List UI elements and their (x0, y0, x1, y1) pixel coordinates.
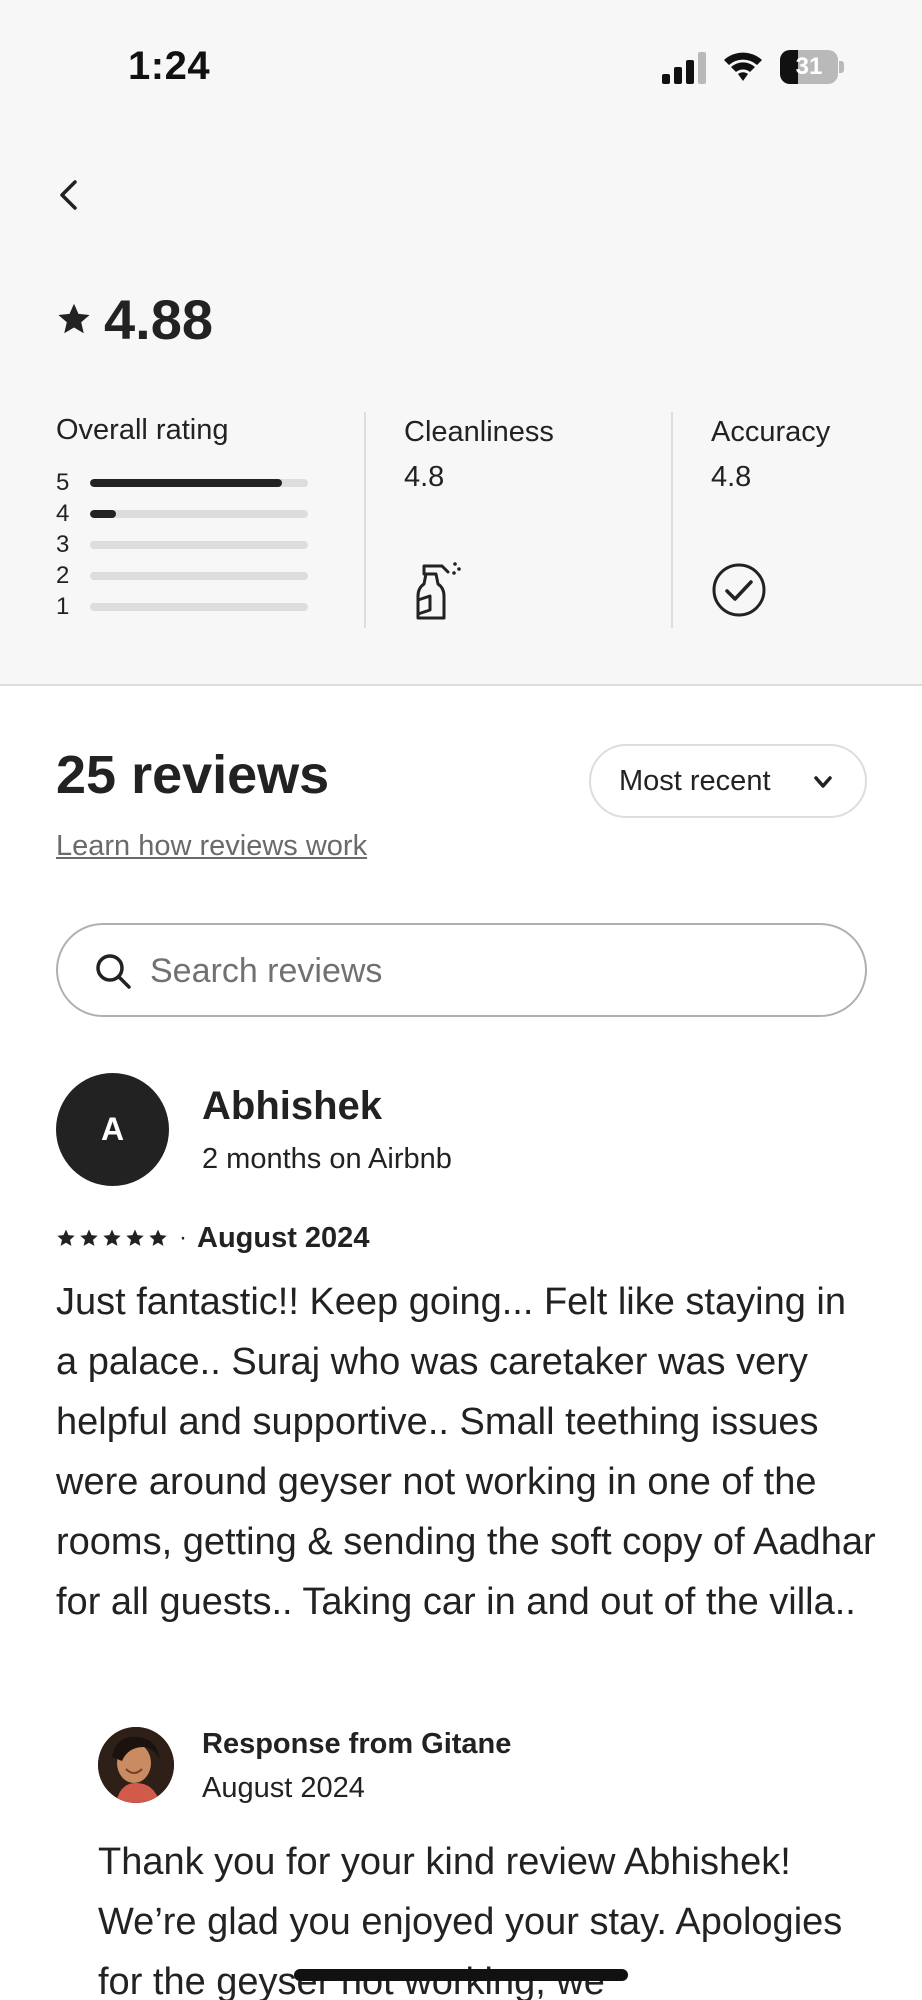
rating-bar-row: 1 (56, 591, 316, 622)
reviewer-tenure: 2 months on Airbnb (202, 1143, 452, 1175)
check-circle-icon (712, 563, 766, 617)
category-title: Cleanliness (404, 416, 554, 448)
column-divider (671, 412, 673, 628)
review-meta: · August 2024 (56, 1220, 369, 1256)
back-button[interactable] (50, 170, 94, 220)
chevron-left-icon (60, 180, 77, 210)
rating-bar-row: 2 (56, 560, 316, 591)
battery-level: 31 (795, 53, 823, 80)
status-time: 1:24 (128, 44, 211, 88)
reviews-count-heading: 25 reviews (56, 745, 330, 805)
status-bar: 1:24 31 (0, 0, 922, 140)
wifi-icon (724, 52, 762, 81)
home-indicator[interactable] (294, 1969, 628, 1981)
host-avatar[interactable] (98, 1727, 174, 1803)
response-date: August 2024 (202, 1772, 365, 1804)
meta-separator: · (179, 1224, 187, 1251)
rating-bar-label: 2 (56, 561, 70, 589)
battery-icon: 31 (780, 50, 844, 84)
review-stars (56, 1228, 171, 1248)
star-icon (126, 1229, 144, 1246)
star-icon (58, 303, 90, 334)
rating-bar-row: 3 (56, 529, 316, 560)
star-icon (149, 1229, 167, 1246)
column-divider (364, 412, 366, 628)
rating-distribution: 5 4 3 2 1 (56, 467, 316, 622)
rating-bar-track (90, 540, 308, 549)
rating-bar-track (90, 602, 308, 611)
overall-rating-title: Overall rating (56, 414, 229, 446)
category-cleanliness: Cleanliness 4.8 (404, 416, 554, 494)
rating-bar-row: 4 (56, 498, 316, 529)
review-text: Just fantastic!! Keep going... Felt like… (56, 1281, 876, 1623)
rating-bar-track (90, 571, 308, 580)
review-date: August 2024 (197, 1221, 370, 1254)
sort-label: Most recent (619, 764, 771, 797)
category-title: Accuracy (711, 416, 831, 448)
category-value: 4.8 (404, 461, 445, 493)
rating-bar-label: 4 (56, 499, 70, 527)
star-icon (80, 1229, 98, 1246)
search-reviews-box[interactable] (56, 923, 867, 1017)
rating-bar-fill (90, 509, 117, 518)
rating-bar-label: 1 (56, 592, 70, 620)
spray-bottle-icon (416, 562, 461, 620)
search-icon (96, 954, 131, 989)
host-photo (98, 1727, 174, 1803)
learn-how-reviews-work-link[interactable]: Learn how reviews work (56, 830, 367, 863)
overall-rating-column: Overall rating 5 4 3 2 1 (56, 414, 316, 622)
star-icon (103, 1229, 121, 1246)
search-input[interactable] (150, 941, 830, 1001)
chevron-down-icon (814, 776, 832, 788)
rating-bar-label: 5 (56, 468, 70, 496)
sort-dropdown-button[interactable]: Most recent (589, 744, 867, 818)
rating-header: 4.88 (56, 286, 213, 352)
rating-bar-track (90, 509, 308, 518)
rating-value: 4.88 (104, 287, 213, 351)
rating-bar-row: 5 (56, 467, 316, 498)
rating-bar-label: 3 (56, 530, 70, 558)
response-title: Response from Gitane (202, 1728, 512, 1760)
cellular-signal-icon (662, 52, 706, 84)
category-accuracy: Accuracy 4.8 (711, 416, 830, 494)
reviewer-name: Abhishek (202, 1084, 383, 1128)
star-icon (57, 1229, 75, 1246)
rating-bar-track (90, 478, 308, 487)
rating-bar-fill (90, 478, 282, 487)
reviewer-avatar[interactable]: A (56, 1073, 169, 1186)
category-value: 4.8 (711, 461, 752, 493)
